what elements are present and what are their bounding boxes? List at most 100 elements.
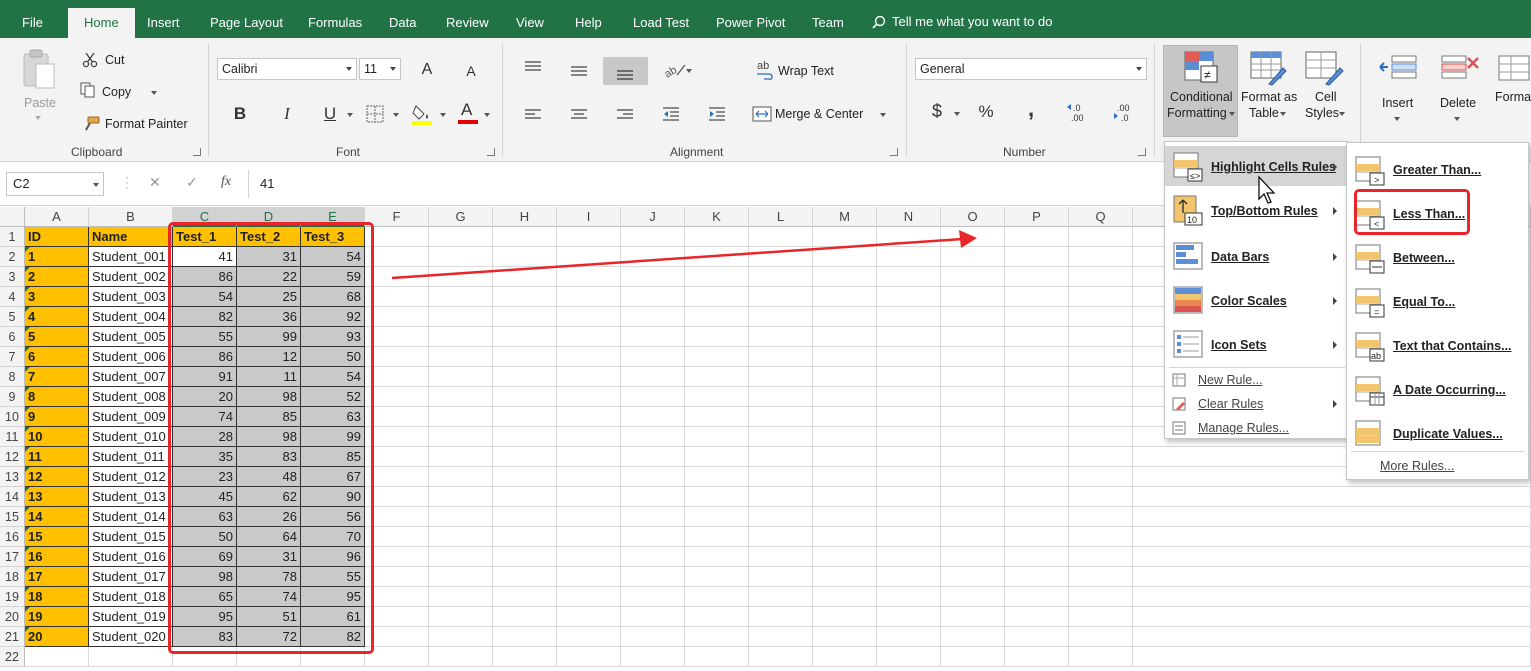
cell[interactable] (941, 347, 1005, 367)
cell[interactable] (877, 547, 941, 567)
cell[interactable] (877, 487, 941, 507)
cell[interactable] (813, 427, 877, 447)
cell[interactable] (557, 607, 621, 627)
cell[interactable] (621, 507, 685, 527)
cell[interactable] (1069, 307, 1133, 327)
row-header[interactable]: 7 (0, 347, 25, 367)
cell[interactable] (621, 487, 685, 507)
cell[interactable] (877, 627, 941, 647)
cell[interactable] (1005, 507, 1069, 527)
cell[interactable] (685, 407, 749, 427)
paste-button[interactable] (20, 48, 60, 95)
align-middle-icon[interactable] (569, 65, 589, 79)
cell[interactable] (813, 287, 877, 307)
cell[interactable] (557, 627, 621, 647)
font-name-combo[interactable]: Calibri (217, 58, 357, 80)
cell[interactable] (1133, 627, 1531, 647)
cell[interactable] (621, 307, 685, 327)
copy-dropdown-arrow[interactable] (151, 91, 157, 95)
cell[interactable] (685, 647, 749, 667)
name-cell[interactable]: Student_018 (89, 587, 173, 607)
row-header[interactable]: 10 (0, 407, 25, 427)
cell[interactable] (557, 467, 621, 487)
align-top-icon[interactable] (523, 60, 543, 74)
name-cell[interactable]: Student_007 (89, 367, 173, 387)
cell[interactable] (685, 307, 749, 327)
cell[interactable] (429, 607, 493, 627)
cell[interactable] (365, 387, 429, 407)
cell[interactable] (813, 387, 877, 407)
tab-team[interactable]: Team (812, 0, 844, 38)
cell[interactable] (813, 407, 877, 427)
cell[interactable] (1005, 547, 1069, 567)
column-header-b[interactable]: B (89, 207, 173, 227)
row-header[interactable]: 5 (0, 307, 25, 327)
cell[interactable] (429, 307, 493, 327)
cell[interactable] (557, 387, 621, 407)
cell[interactable] (749, 407, 813, 427)
cell[interactable] (1069, 427, 1133, 447)
cell[interactable] (813, 307, 877, 327)
cell[interactable] (813, 347, 877, 367)
tab-home[interactable]: Home (68, 8, 135, 38)
cell[interactable] (813, 327, 877, 347)
row-header[interactable]: 16 (0, 527, 25, 547)
bold-button[interactable]: B (229, 104, 251, 124)
cell[interactable] (557, 427, 621, 447)
column-header-o[interactable]: O (941, 207, 1005, 227)
menu-item-color-scales[interactable]: Color Scales (1165, 280, 1347, 320)
cell[interactable] (877, 287, 941, 307)
cell[interactable] (1133, 607, 1531, 627)
cell[interactable] (1069, 627, 1133, 647)
cell[interactable] (429, 327, 493, 347)
menu-item-data-bars[interactable]: Data Bars (1165, 236, 1347, 276)
alignment-dialog-launcher[interactable] (890, 148, 898, 156)
cell[interactable] (685, 427, 749, 447)
cell[interactable] (941, 287, 1005, 307)
cell[interactable] (25, 647, 89, 667)
id-cell[interactable]: 16 (25, 547, 89, 567)
row-header[interactable]: 8 (0, 367, 25, 387)
cell[interactable] (685, 447, 749, 467)
id-cell[interactable]: 11 (25, 447, 89, 467)
id-cell[interactable]: 3 (25, 287, 89, 307)
cell[interactable] (621, 407, 685, 427)
name-cell[interactable]: Student_001 (89, 247, 173, 267)
insert-cells-button[interactable]: Insert (1382, 96, 1413, 110)
cell[interactable] (685, 487, 749, 507)
cell[interactable] (1069, 287, 1133, 307)
cell[interactable] (365, 567, 429, 587)
name-cell[interactable]: Student_002 (89, 267, 173, 287)
cell[interactable] (941, 567, 1005, 587)
borders-dropdown-arrow[interactable] (393, 113, 399, 117)
cell[interactable] (749, 567, 813, 587)
cell[interactable] (493, 427, 557, 447)
cell[interactable] (1069, 327, 1133, 347)
cell[interactable] (429, 467, 493, 487)
cell[interactable] (941, 407, 1005, 427)
underline-button[interactable]: U (319, 104, 341, 124)
cell[interactable] (877, 427, 941, 447)
cell[interactable] (685, 607, 749, 627)
column-header-h[interactable]: H (493, 207, 557, 227)
cell[interactable] (621, 587, 685, 607)
cell[interactable] (1005, 447, 1069, 467)
column-header-j[interactable]: J (621, 207, 685, 227)
cell[interactable] (429, 647, 493, 667)
cell[interactable] (685, 587, 749, 607)
id-cell[interactable]: 18 (25, 587, 89, 607)
cell[interactable] (557, 567, 621, 587)
cell[interactable] (429, 347, 493, 367)
cell[interactable] (557, 647, 621, 667)
cell[interactable] (429, 447, 493, 467)
cell[interactable] (749, 467, 813, 487)
row-header[interactable]: 13 (0, 467, 25, 487)
cell[interactable] (813, 367, 877, 387)
format-painter-button[interactable]: Format Painter (105, 117, 188, 131)
cell[interactable] (621, 347, 685, 367)
cell[interactable] (1005, 427, 1069, 447)
column-header-n[interactable]: N (877, 207, 941, 227)
cell[interactable] (493, 367, 557, 387)
paste-dropdown-arrow[interactable] (35, 116, 41, 120)
name-cell[interactable]: Student_015 (89, 527, 173, 547)
